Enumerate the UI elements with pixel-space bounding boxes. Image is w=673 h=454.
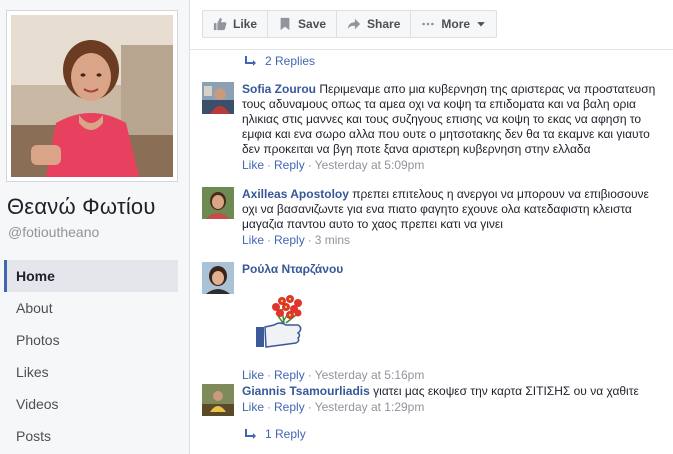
share-arrow-icon xyxy=(347,18,361,30)
view-replies-link[interactable]: 2 Replies xyxy=(245,54,315,68)
post-comments-area: Like Save Share More 2 Replies Sofia Zou… xyxy=(190,0,673,454)
comment-author[interactable]: Axilleas Apostoloy xyxy=(242,187,349,201)
comment-reply-link[interactable]: Reply xyxy=(274,368,305,382)
comment-text: γιατει μας εκοψεσ την καρτα ΣΙΤΙΣΗΣ ου ν… xyxy=(373,384,639,398)
thumbs-up-icon xyxy=(213,17,227,31)
more-button[interactable]: More xyxy=(411,11,496,37)
page-handle[interactable]: @fotioutheano xyxy=(8,224,99,240)
sidebar-item-likes[interactable]: Likes xyxy=(4,356,178,388)
comment-actions: Like · Reply · Yesterday at 1:29pm xyxy=(242,400,425,414)
comment-like-link[interactable]: Like xyxy=(242,233,264,247)
comment-author[interactable]: Sofia Zourou xyxy=(242,82,316,96)
profile-photo-image xyxy=(11,15,173,177)
view-replies-label: 1 Reply xyxy=(265,427,306,441)
sidebar-item-home[interactable]: Home xyxy=(4,260,178,292)
sidebar-item-videos[interactable]: Videos xyxy=(4,388,178,420)
comment-item: Giannis Tsamourliadis γιατει μας εκοψεσ … xyxy=(202,384,665,416)
share-label: Share xyxy=(367,17,401,31)
comment-timestamp[interactable]: 3 mins xyxy=(315,233,350,247)
sidebar-item-photos[interactable]: Photos xyxy=(4,324,178,356)
view-replies-link[interactable]: 1 Reply xyxy=(245,427,306,441)
share-button[interactable]: Share xyxy=(337,11,412,37)
avatar[interactable] xyxy=(202,262,234,294)
sidebar-nav: Home About Photos Likes Videos Posts xyxy=(4,260,178,452)
comment-timestamp[interactable]: Yesterday at 1:29pm xyxy=(315,400,425,414)
sidebar-item-posts[interactable]: Posts xyxy=(4,420,178,452)
comment-actions: Like · Reply · 3 mins xyxy=(242,233,351,247)
comment-author[interactable]: Ρούλα Νταρζάνου xyxy=(242,262,343,276)
comment-timestamp[interactable]: Yesterday at 5:09pm xyxy=(315,158,425,172)
bookmark-icon xyxy=(280,17,290,31)
like-page-label: Like xyxy=(233,17,258,31)
save-label: Save xyxy=(298,17,327,31)
comment-sticker xyxy=(242,277,665,367)
comment-actions: Like · Reply · Yesterday at 5:16pm xyxy=(242,368,425,382)
avatar[interactable] xyxy=(202,384,234,416)
comment-item: Ρούλα Νταρζάνου Like · Reply · Yesterday at … xyxy=(202,262,665,383)
caret-down-icon xyxy=(477,22,485,27)
flower-like-sticker xyxy=(256,295,302,348)
page-action-bar: Like Save Share More xyxy=(202,10,498,38)
page-sidebar: Θεανώ Φωτίου @fotioutheano Home About Ph… xyxy=(0,0,190,454)
comment-author[interactable]: Giannis Tsamourliadis xyxy=(242,384,370,398)
comment-timestamp[interactable]: Yesterday at 5:16pm xyxy=(315,368,425,382)
avatar[interactable] xyxy=(202,82,234,114)
page-name[interactable]: Θεανώ Φωτίου xyxy=(7,194,156,220)
profile-picture[interactable] xyxy=(6,10,178,182)
comment-item: Sofia Zourou Περιμεναμε απο μια κυβερνησ… xyxy=(202,82,665,173)
sidebar-item-about[interactable]: About xyxy=(4,292,178,324)
reply-arrow-icon xyxy=(245,429,256,439)
avatar[interactable] xyxy=(202,187,234,219)
ellipsis-icon xyxy=(422,22,435,26)
view-replies-label: 2 Replies xyxy=(265,54,316,68)
save-button[interactable]: Save xyxy=(268,11,338,37)
comment-like-link[interactable]: Like xyxy=(242,158,264,172)
comment-item: Axilleas Apostoloy πρεπει επιτελους η αν… xyxy=(202,187,665,248)
more-label: More xyxy=(441,17,471,31)
comment-reply-link[interactable]: Reply xyxy=(274,233,305,247)
comment-like-link[interactable]: Like xyxy=(242,400,264,414)
divider xyxy=(190,49,673,50)
like-page-button[interactable]: Like xyxy=(203,11,269,37)
comment-actions: Like · Reply · Yesterday at 5:09pm xyxy=(242,158,425,172)
comment-reply-link[interactable]: Reply xyxy=(274,400,305,414)
comment-like-link[interactable]: Like xyxy=(242,368,264,382)
reply-arrow-icon xyxy=(245,56,256,66)
comment-reply-link[interactable]: Reply xyxy=(274,158,305,172)
